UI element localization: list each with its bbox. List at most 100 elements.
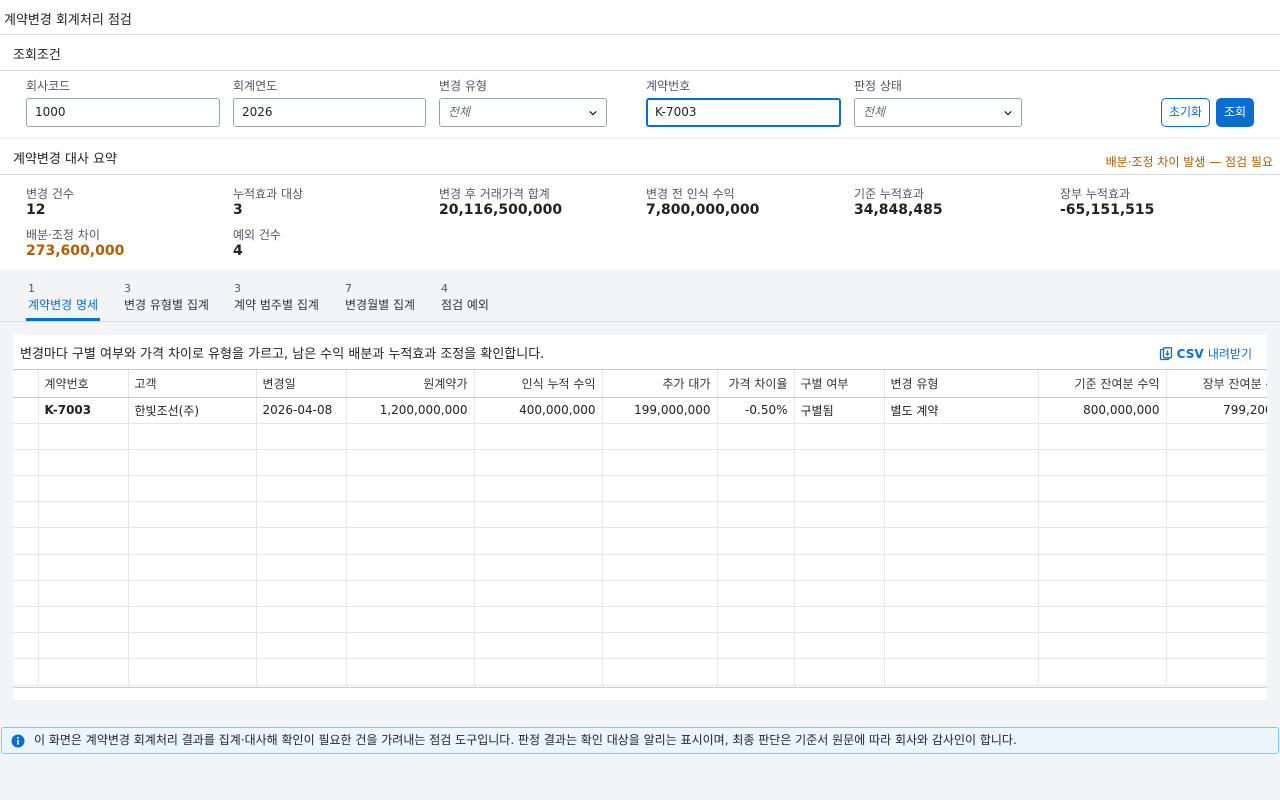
- cell-change-date: 2026-04-08: [256, 397, 347, 424]
- empty-row: [13, 658, 1267, 686]
- kpi-post-price-total: 변경 후 거래가격 합계 20,116,500,000: [439, 185, 562, 218]
- notice-text: 이 화면은 계약변경 회계처리 결과를 집계·대사해 확인이 필요한 건을 가려…: [34, 733, 1017, 747]
- contract-no-input[interactable]: K-7003: [646, 98, 841, 127]
- tab-bar: 1 계약변경 명세 3 변경 유형별 집계 3 계약 범주별 집계 7 변경월별…: [0, 270, 1280, 322]
- kpi-pre-revenue: 변경 전 인식 수익 7,800,000,000: [646, 185, 759, 218]
- cell-original-price: 1,200,000,000: [346, 397, 475, 424]
- tab-label: 점검 예외: [441, 298, 489, 312]
- summary-panel: 변경 건수 12 누적효과 대상 3 변경 후 거래가격 합계 20,116,5…: [0, 175, 1280, 270]
- cell-book-remaining: 799,200,: [1166, 397, 1267, 424]
- col-header[interactable]: 변경일: [256, 370, 347, 398]
- kpi-exception-count: 예외 건수 4: [233, 226, 281, 259]
- change-type-value: 전체: [448, 105, 471, 119]
- company-code-field: 회사코드 1000: [26, 78, 220, 127]
- kpi-value: 20,116,500,000: [439, 202, 563, 218]
- tab-exceptions[interactable]: 4 점검 예외: [441, 282, 489, 321]
- empty-row: [13, 475, 1267, 503]
- kpi-allocation-diff: 배분·조정 차이 273,600,000: [26, 226, 124, 259]
- empty-row: [13, 449, 1267, 477]
- col-header[interactable]: 인식 누적 수익: [474, 370, 603, 398]
- tab-count: 4: [441, 282, 448, 295]
- cell-customer: 한빛조선(주): [128, 397, 257, 424]
- summary-section-header: 계약변경 대사 요약 배분·조정 차이 발생 — 점검 필요: [0, 139, 1280, 175]
- fiscal-year-field: 회계연도 2026: [233, 78, 426, 127]
- tab-count: 7: [345, 282, 352, 295]
- filter-section-header: 조회조건: [0, 35, 1280, 71]
- row-select-header[interactable]: [13, 370, 39, 398]
- filter-bar: 회사코드 1000 회계연도 2026 변경 유형 전체 계약번호 K-7003…: [0, 71, 1280, 137]
- cell-distinct: 구별됨: [794, 397, 885, 424]
- kpi-label: 변경 전 인식 수익: [646, 187, 735, 201]
- info-icon: [11, 734, 25, 748]
- kpi-value: 7,800,000,000: [646, 202, 760, 218]
- tab-count: 3: [234, 282, 241, 295]
- company-code-input[interactable]: 1000: [26, 98, 220, 127]
- col-header[interactable]: 기준 잔여분 수익: [1038, 370, 1167, 398]
- detail-description: 변경마다 구별 여부와 가격 차이로 유형을 가르고, 남은 수익 배분과 누적…: [20, 347, 545, 362]
- reset-button[interactable]: 초기화: [1161, 98, 1210, 127]
- kpi-value: 273,600,000: [26, 243, 125, 259]
- download-file-icon: [1159, 346, 1172, 360]
- kpi-label: 누적효과 대상: [233, 187, 304, 201]
- info-notice: 이 화면은 계약변경 회계처리 결과를 집계·대사해 확인이 필요한 건을 가려…: [1, 727, 1279, 754]
- table-row[interactable]: K-7003 한빛조선(주) 2026-04-08 1,200,000,000 …: [13, 397, 1267, 424]
- col-header[interactable]: 구별 여부: [794, 370, 885, 398]
- empty-row: [13, 606, 1267, 634]
- cell-contract-no: K-7003: [38, 397, 129, 424]
- summary-warning: 배분·조정 차이 발생 — 점검 필요: [1105, 155, 1273, 169]
- col-header[interactable]: 고객: [128, 370, 257, 398]
- kpi-value: -65,151,515: [1060, 202, 1155, 218]
- csv-download-button[interactable]: CSV 내려받기: [1159, 345, 1252, 362]
- empty-row: [13, 527, 1267, 555]
- kpi-label: 변경 후 거래가격 합계: [439, 187, 550, 201]
- chevron-down-icon: [589, 110, 597, 116]
- tab-by-month[interactable]: 7 변경월별 집계: [345, 282, 415, 321]
- change-type-field: 변경 유형 전체: [439, 78, 607, 127]
- tab-by-change-type[interactable]: 3 변경 유형별 집계: [124, 282, 209, 321]
- kpi-value: 3: [233, 202, 243, 218]
- empty-row: [13, 580, 1267, 608]
- table-header-row: 계약번호 고객 변경일 원계약가 인식 누적 수익 추가 대가 가격 차이율 구…: [13, 370, 1267, 398]
- empty-row: [13, 423, 1267, 450]
- tab-by-category[interactable]: 3 계약 범주별 집계: [234, 282, 319, 321]
- kpi-label: 기준 누적효과: [854, 187, 925, 201]
- cell-change-type: 별도 계약: [884, 397, 1039, 424]
- col-header[interactable]: 가격 차이율: [717, 370, 795, 398]
- cell-price-diff-rate: -0.50%: [717, 397, 795, 424]
- col-header[interactable]: 변경 유형: [884, 370, 1039, 398]
- cell-recognized-revenue: 400,000,000: [474, 397, 603, 424]
- change-type-select[interactable]: 전체: [439, 98, 607, 127]
- tab-label: 계약변경 명세: [28, 298, 99, 312]
- kpi-label: 장부 누적효과: [1060, 187, 1131, 201]
- kpi-baseline-cumulative: 기준 누적효과 34,848,485: [854, 185, 943, 218]
- col-header[interactable]: 계약번호: [38, 370, 129, 398]
- cell-additional-consideration: 199,000,000: [602, 397, 718, 424]
- row-select-cell[interactable]: [13, 397, 39, 424]
- summary-title: 계약변경 대사 요약: [13, 152, 117, 167]
- tab-count: 1: [28, 282, 35, 295]
- empty-row: [13, 632, 1267, 660]
- chevron-down-icon: [1004, 110, 1012, 116]
- kpi-value: 12: [26, 202, 46, 218]
- col-header[interactable]: 장부 잔여분 수: [1166, 370, 1267, 398]
- col-header[interactable]: 추가 대가: [602, 370, 718, 398]
- kpi-value: 4: [233, 243, 243, 259]
- contract-no-label: 계약번호: [646, 79, 691, 93]
- tab-label: 변경월별 집계: [345, 298, 416, 312]
- company-code-label: 회사코드: [26, 79, 71, 93]
- kpi-value: 34,848,485: [854, 202, 943, 218]
- status-select[interactable]: 전체: [854, 98, 1022, 127]
- status-value: 전체: [863, 105, 886, 119]
- contract-no-field: 계약번호 K-7003: [646, 78, 841, 127]
- change-type-label: 변경 유형: [439, 79, 487, 93]
- tab-label: 변경 유형별 집계: [124, 298, 209, 312]
- empty-row: [13, 501, 1267, 529]
- tab-count: 3: [124, 282, 131, 295]
- col-header[interactable]: 원계약가: [346, 370, 475, 398]
- detail-panel: 변경마다 구별 여부와 가격 차이로 유형을 가르고, 남은 수익 배분과 누적…: [13, 335, 1267, 700]
- window-title: 계약변경 회계처리 점검: [0, 0, 1280, 35]
- search-button[interactable]: 조회: [1216, 98, 1254, 127]
- fiscal-year-input[interactable]: 2026: [233, 98, 426, 127]
- tab-contract-detail[interactable]: 1 계약변경 명세: [26, 282, 100, 321]
- kpi-label: 배분·조정 차이: [26, 228, 100, 242]
